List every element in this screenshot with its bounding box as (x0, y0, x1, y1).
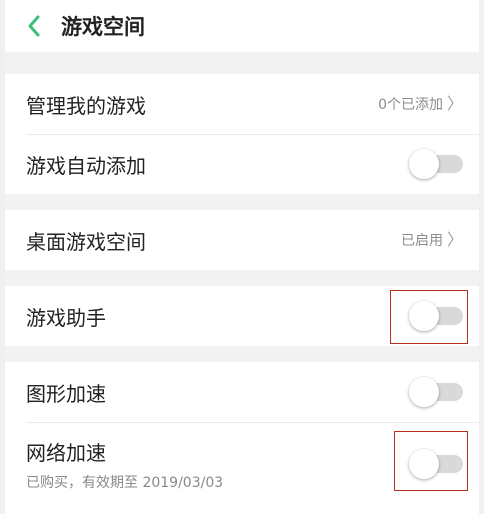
page-title: 游戏空间 (61, 15, 145, 39)
chevron-left-icon[interactable] (27, 14, 45, 38)
subscription-expiry-text: 已购买，有效期至 2019/03/03 (26, 474, 224, 491)
auto-add-games-toggle[interactable] (409, 149, 463, 179)
manage-games-label: 管理我的游戏 (26, 93, 146, 118)
top-bar: 游戏空间 (5, 0, 479, 52)
graphics-acceleration-label: 图形加速 (26, 381, 106, 406)
graphics-acceleration-toggle[interactable] (409, 377, 463, 407)
settings-group-assistant: 游戏助手 (5, 286, 479, 346)
graphics-acceleration-row: 图形加速 (5, 362, 479, 422)
settings-screen: 游戏空间 管理我的游戏 0个已添加 〉 游戏自动添加 桌面游戏空间 已启用 〉 … (0, 0, 484, 514)
network-acceleration-row: 网络加速 已购买，有效期至 2019/03/03 (5, 422, 479, 506)
section-divider (5, 52, 479, 74)
game-assistant-toggle[interactable] (409, 301, 463, 331)
section-divider (5, 346, 479, 362)
section-divider (5, 270, 479, 286)
desktop-game-space-label: 桌面游戏空间 (26, 229, 146, 254)
desktop-game-space-row[interactable]: 桌面游戏空间 已启用 〉 (5, 210, 479, 270)
chevron-right-icon: 〉 (446, 230, 463, 249)
network-acceleration-toggle[interactable] (409, 449, 463, 479)
section-divider (5, 194, 479, 210)
settings-group-acceleration: 图形加速 网络加速 已购买，有效期至 2019/03/03 (5, 362, 479, 506)
game-assistant-label: 游戏助手 (26, 305, 106, 330)
game-assistant-row: 游戏助手 (5, 286, 479, 346)
settings-group-desktop: 桌面游戏空间 已启用 〉 (5, 210, 479, 270)
chevron-right-icon: 〉 (446, 94, 463, 113)
enabled-status-value: 已启用 (400, 233, 443, 249)
network-acceleration-label: 网络加速 (26, 440, 106, 465)
added-count-value: 0个已添加 (378, 97, 443, 113)
auto-add-games-row: 游戏自动添加 (5, 134, 479, 194)
auto-add-games-label: 游戏自动添加 (26, 153, 146, 178)
settings-group-games: 管理我的游戏 0个已添加 〉 游戏自动添加 (5, 74, 479, 194)
manage-games-row[interactable]: 管理我的游戏 0个已添加 〉 (5, 74, 479, 134)
